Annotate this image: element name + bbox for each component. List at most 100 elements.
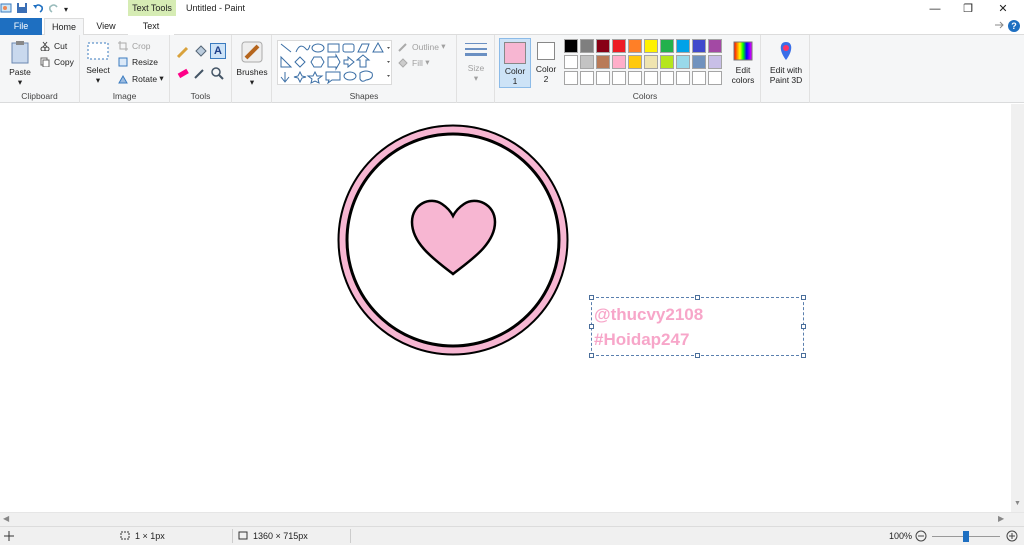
tab-text[interactable]: Text bbox=[128, 18, 174, 35]
palette-swatch[interactable] bbox=[676, 39, 690, 53]
palette-swatch[interactable] bbox=[628, 39, 642, 53]
undo-icon[interactable] bbox=[32, 2, 44, 16]
palette-swatch[interactable] bbox=[580, 39, 594, 53]
palette-swatch[interactable] bbox=[628, 55, 642, 69]
drawing-canvas[interactable]: @thucvy2108 #Hoidap247 bbox=[5, 104, 1011, 512]
paint3d-label-line2: Paint 3D bbox=[769, 75, 803, 85]
palette-swatch[interactable] bbox=[660, 39, 674, 53]
copy-button[interactable]: Copy bbox=[40, 57, 74, 68]
help-icon[interactable]: ? bbox=[1008, 20, 1020, 32]
palette-swatch[interactable] bbox=[708, 55, 722, 69]
palette-swatch[interactable] bbox=[676, 55, 690, 69]
palette-swatch[interactable] bbox=[708, 71, 722, 85]
canvas-area[interactable]: @thucvy2108 #Hoidap247 bbox=[0, 104, 1024, 512]
redo-icon[interactable] bbox=[48, 2, 60, 16]
rotate-button[interactable]: Rotate ▾ bbox=[118, 73, 164, 84]
cut-button[interactable]: Cut bbox=[40, 41, 67, 52]
palette-swatch[interactable] bbox=[564, 55, 578, 69]
scroll-down-icon[interactable]: ▼ bbox=[1014, 500, 1021, 507]
palette-swatch[interactable] bbox=[644, 39, 658, 53]
palette-swatch[interactable] bbox=[708, 39, 722, 53]
edit-colors-button[interactable]: Edit colors bbox=[728, 39, 758, 85]
palette-swatch[interactable] bbox=[692, 71, 706, 85]
color2-button[interactable]: Color 2 bbox=[533, 38, 559, 84]
vertical-scrollbar[interactable]: ▼ bbox=[1011, 104, 1024, 512]
brushes-button[interactable]: Brushes ▾ bbox=[234, 39, 270, 87]
palette-swatch[interactable] bbox=[612, 39, 626, 53]
tab-home[interactable]: Home bbox=[44, 18, 84, 36]
canvas-drawing bbox=[337, 124, 569, 356]
palette-swatch[interactable] bbox=[564, 71, 578, 85]
palette-swatch[interactable] bbox=[660, 55, 674, 69]
palette-swatch[interactable] bbox=[660, 71, 674, 85]
eraser-icon[interactable] bbox=[176, 66, 190, 82]
resize-handle[interactable] bbox=[801, 353, 806, 358]
edit-colors-label-line1: Edit bbox=[735, 65, 751, 75]
status-divider bbox=[350, 529, 351, 543]
resize-handle[interactable] bbox=[589, 295, 594, 300]
zoom-out-icon[interactable] bbox=[915, 530, 927, 542]
paint-app-icon[interactable] bbox=[0, 2, 12, 16]
resize-label: Resize bbox=[132, 57, 158, 67]
minimize-button[interactable]: — bbox=[922, 1, 948, 17]
tab-view[interactable]: View bbox=[88, 18, 124, 35]
resize-handle[interactable] bbox=[695, 295, 700, 300]
paste-dropdown-icon: ▾ bbox=[17, 77, 23, 87]
selection-size-icon bbox=[120, 531, 130, 540]
palette-swatch[interactable] bbox=[596, 39, 610, 53]
resize-handle[interactable] bbox=[589, 353, 594, 358]
select-button[interactable]: Select ▾ bbox=[84, 39, 112, 85]
clipboard-group-label: Clipboard bbox=[21, 91, 58, 101]
palette-swatch[interactable] bbox=[676, 71, 690, 85]
palette-swatch[interactable] bbox=[596, 55, 610, 69]
fill-button[interactable]: Fill ▾ bbox=[398, 57, 430, 68]
horizontal-scrollbar[interactable]: ◀ ▶ bbox=[0, 512, 1024, 526]
customize-qat-icon[interactable]: ▾ bbox=[64, 5, 68, 14]
resize-handle[interactable] bbox=[695, 353, 700, 358]
zoom-level: 100% bbox=[889, 531, 913, 541]
canvas-text[interactable]: @thucvy2108 #Hoidap247 bbox=[594, 302, 703, 352]
edit-with-paint3d-button[interactable]: Edit with Paint 3D bbox=[763, 39, 809, 85]
crop-button[interactable]: Crop bbox=[118, 41, 150, 51]
fill-bucket-icon[interactable] bbox=[193, 45, 207, 61]
scroll-left-icon[interactable]: ◀ bbox=[3, 514, 9, 523]
magnifier-icon[interactable] bbox=[210, 66, 224, 82]
palette-swatch[interactable] bbox=[612, 71, 626, 85]
palette-swatch[interactable] bbox=[644, 55, 658, 69]
size-button[interactable]: Size ▾ bbox=[460, 41, 492, 83]
color-picker-icon[interactable] bbox=[193, 66, 207, 82]
shapes-gallery[interactable] bbox=[277, 40, 392, 85]
palette-swatch[interactable] bbox=[580, 71, 594, 85]
text-tool-icon[interactable]: A bbox=[210, 43, 226, 59]
close-button[interactable]: ✕ bbox=[990, 1, 1016, 17]
resize-button[interactable]: Resize bbox=[118, 57, 158, 67]
text-box-selection[interactable]: @thucvy2108 #Hoidap247 bbox=[589, 295, 806, 358]
save-icon[interactable] bbox=[16, 2, 28, 16]
paste-button[interactable]: Paste ▾ bbox=[6, 39, 34, 87]
color2-swatch bbox=[537, 42, 555, 60]
tab-file[interactable]: File bbox=[0, 18, 42, 35]
resize-handle[interactable] bbox=[801, 324, 806, 329]
zoom-slider-thumb[interactable] bbox=[963, 531, 969, 542]
palette-swatch[interactable] bbox=[644, 71, 658, 85]
color1-label: Color bbox=[504, 66, 526, 76]
scroll-right-icon[interactable]: ▶ bbox=[998, 514, 1004, 523]
zoom-in-icon[interactable] bbox=[1006, 530, 1018, 542]
color1-button[interactable]: Color 1 bbox=[499, 38, 531, 88]
palette-swatch[interactable] bbox=[580, 55, 594, 69]
palette-swatch[interactable] bbox=[628, 71, 642, 85]
pencil-icon[interactable] bbox=[176, 45, 190, 61]
palette-swatch[interactable] bbox=[692, 39, 706, 53]
palette-swatch[interactable] bbox=[692, 55, 706, 69]
edit-colors-rainbow-icon bbox=[733, 41, 753, 61]
palette-swatch[interactable] bbox=[612, 55, 626, 69]
collapse-ribbon-icon[interactable] bbox=[994, 20, 1004, 32]
resize-handle[interactable] bbox=[801, 295, 806, 300]
brushes-dropdown-icon: ▾ bbox=[249, 77, 255, 87]
size-dropdown-icon: ▾ bbox=[473, 73, 479, 83]
image-size: 1360 × 715px bbox=[238, 531, 308, 541]
palette-swatch[interactable] bbox=[564, 39, 578, 53]
restore-button[interactable]: ❐ bbox=[955, 1, 981, 17]
outline-button[interactable]: Outline ▾ bbox=[398, 41, 446, 52]
palette-swatch[interactable] bbox=[596, 71, 610, 85]
